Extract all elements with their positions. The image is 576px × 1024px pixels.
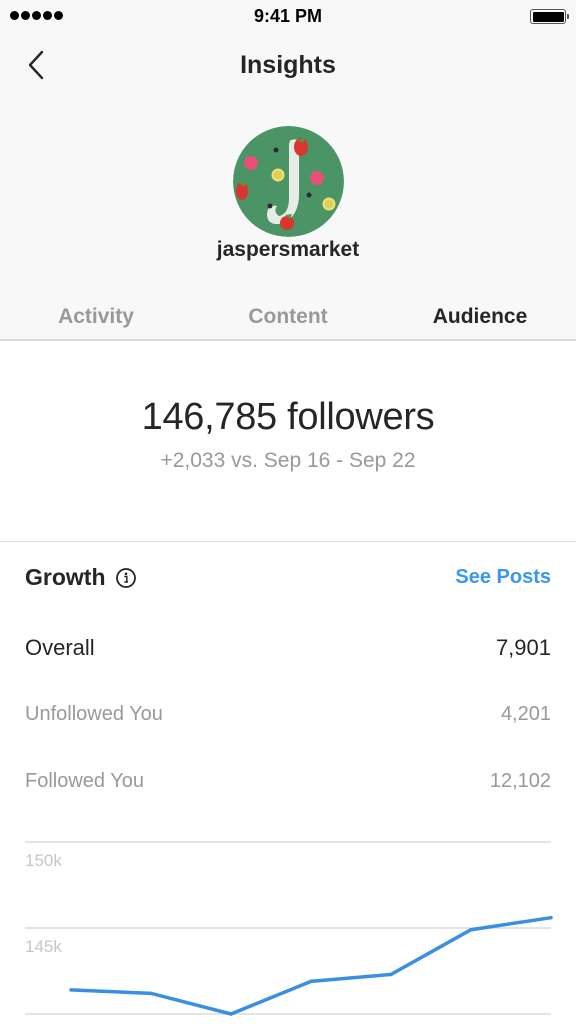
- tab-content[interactable]: Content: [192, 296, 384, 339]
- stat-row-followed: Followed You 12,102: [25, 770, 551, 793]
- stat-label: Overall: [25, 635, 95, 660]
- stat-value: 12,102: [489, 770, 551, 792]
- info-icon[interactable]: [115, 567, 137, 589]
- chart-series-line-followers: [70, 915, 552, 1016]
- chart-data-point: [69, 988, 73, 992]
- chart-data-point: [229, 1012, 233, 1016]
- stat-row-overall: Overall 7,901: [25, 635, 551, 661]
- chart-data-point: [469, 927, 473, 932]
- followers-growth-chart: 150k 145k: [25, 841, 553, 1016]
- followers-delta: +2,033 vs. Sep 16 - Sep 22: [160, 449, 416, 472]
- chart-y-tick-label: 145k: [25, 937, 62, 956]
- stat-value: 4,201: [500, 703, 551, 725]
- chart-data-point: [549, 915, 553, 920]
- nav-bar: Insights: [0, 40, 576, 90]
- chart-data-point: [309, 979, 313, 984]
- stat-label: Unfollowed You: [25, 703, 163, 725]
- chart-y-tick-label: 150k: [25, 851, 62, 870]
- page-title: Insights: [240, 51, 336, 79]
- chart-data-point: [149, 991, 153, 996]
- followers-count: 146,785 followers: [141, 396, 435, 438]
- see-posts-link[interactable]: See Posts: [455, 566, 551, 589]
- avatar-image: [233, 126, 344, 237]
- status-time: 9:41 PM: [253, 6, 323, 26]
- growth-header: Growth: [25, 564, 137, 591]
- battery-icon: [530, 9, 569, 24]
- tab-activity[interactable]: Activity: [0, 296, 192, 339]
- avatar[interactable]: [233, 126, 344, 237]
- stat-row-unfollowed: Unfollowed You 4,201: [25, 703, 551, 726]
- tab-audience[interactable]: Audience: [384, 296, 576, 339]
- profile-username: jaspersmarket: [216, 238, 360, 261]
- section-divider: [0, 541, 576, 542]
- stat-label: Followed You: [25, 770, 144, 792]
- growth-title: Growth: [25, 564, 106, 590]
- stat-value: 7,901: [495, 635, 551, 660]
- status-bar: 9:41 PM: [0, 0, 576, 34]
- insights-tabs: Activity Content Audience: [0, 296, 576, 341]
- chart-data-point: [389, 972, 393, 977]
